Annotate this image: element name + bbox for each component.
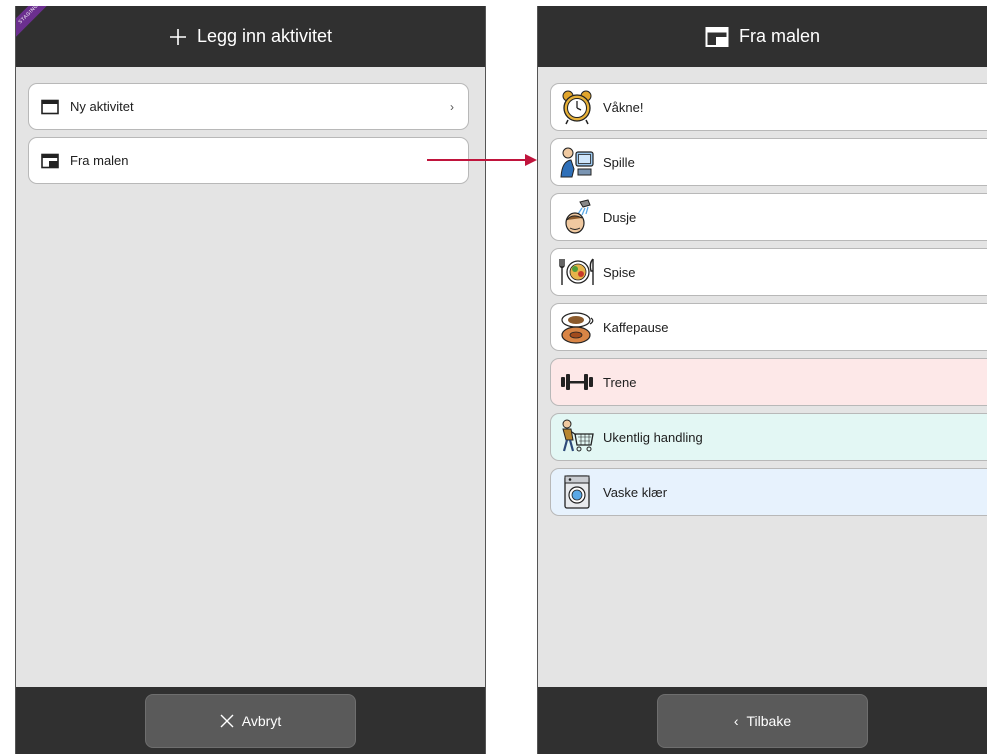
template-item-wake-up[interactable]: Våkne! — [550, 83, 987, 131]
back-button[interactable]: ‹ Tilbake — [657, 693, 868, 748]
add-activity-options: Ny aktivitet › Fra malen — [28, 83, 485, 191]
computer-game-icon — [557, 142, 597, 182]
template-item-shower[interactable]: Dusje — [550, 193, 987, 241]
template-item-workout[interactable]: Trene — [550, 358, 987, 406]
template-item-eat[interactable]: Spise — [550, 248, 987, 296]
template-label: Spise — [603, 264, 636, 280]
from-template-item[interactable]: Fra malen — [28, 137, 469, 184]
template-label: Våkne! — [603, 99, 644, 115]
template-item-play[interactable]: Spille — [550, 138, 987, 186]
add-activity-screen: STAGING Legg inn aktivitet Ny aktivitet … — [15, 6, 486, 754]
template-label: Ukentlig handling — [603, 429, 703, 445]
template-icon — [705, 26, 729, 47]
template-label: Spille — [603, 154, 635, 170]
left-bottom-bar: Avbryt — [16, 687, 485, 754]
meal-plate-icon — [557, 252, 597, 292]
shower-icon — [557, 197, 597, 237]
right-bottom-bar: ‹ Tilbake — [538, 687, 987, 754]
right-header: Fra malen — [538, 6, 987, 67]
right-header-title: Fra malen — [738, 26, 821, 46]
chevron-right-icon: › — [450, 99, 454, 114]
from-template-label: Fra malen — [70, 153, 129, 168]
alarm-clock-icon — [557, 87, 597, 127]
template-item-laundry[interactable]: Vaske klær — [550, 468, 987, 516]
template-icon — [40, 151, 60, 171]
template-screen: Fra malen Våkne! Spille Dusje Spise Kaff… — [537, 6, 987, 754]
template-label: Vaske klær — [603, 484, 668, 500]
staging-ribbon: STAGING — [16, 6, 59, 44]
template-label: Kaffepause — [603, 319, 669, 335]
template-item-weekly-shopping[interactable]: Ukentlig handling — [550, 413, 987, 461]
coffee-cup-icon — [557, 307, 597, 347]
left-header: STAGING Legg inn aktivitet — [16, 6, 485, 67]
template-list: Våkne! Spille Dusje Spise Kaffepause Tre… — [550, 83, 987, 523]
template-item-coffee-break[interactable]: Kaffepause — [550, 303, 987, 351]
new-activity-item[interactable]: Ny aktivitet › — [28, 83, 469, 130]
plus-icon — [169, 28, 186, 45]
calendar-icon — [40, 97, 60, 117]
left-header-title: Legg inn aktivitet — [196, 26, 333, 46]
cancel-label: Avbryt — [241, 712, 282, 729]
shopping-cart-icon — [557, 417, 597, 457]
template-label: Trene — [603, 374, 637, 390]
template-label: Dusje — [603, 209, 637, 225]
close-icon — [220, 714, 234, 727]
back-label: Tilbake — [746, 712, 792, 729]
chevron-left-icon: ‹ — [733, 712, 739, 729]
cancel-button[interactable]: Avbryt — [145, 693, 356, 748]
dumbbell-icon — [557, 362, 597, 402]
new-activity-label: Ny aktivitet — [70, 99, 134, 114]
washing-machine-icon — [557, 472, 597, 512]
